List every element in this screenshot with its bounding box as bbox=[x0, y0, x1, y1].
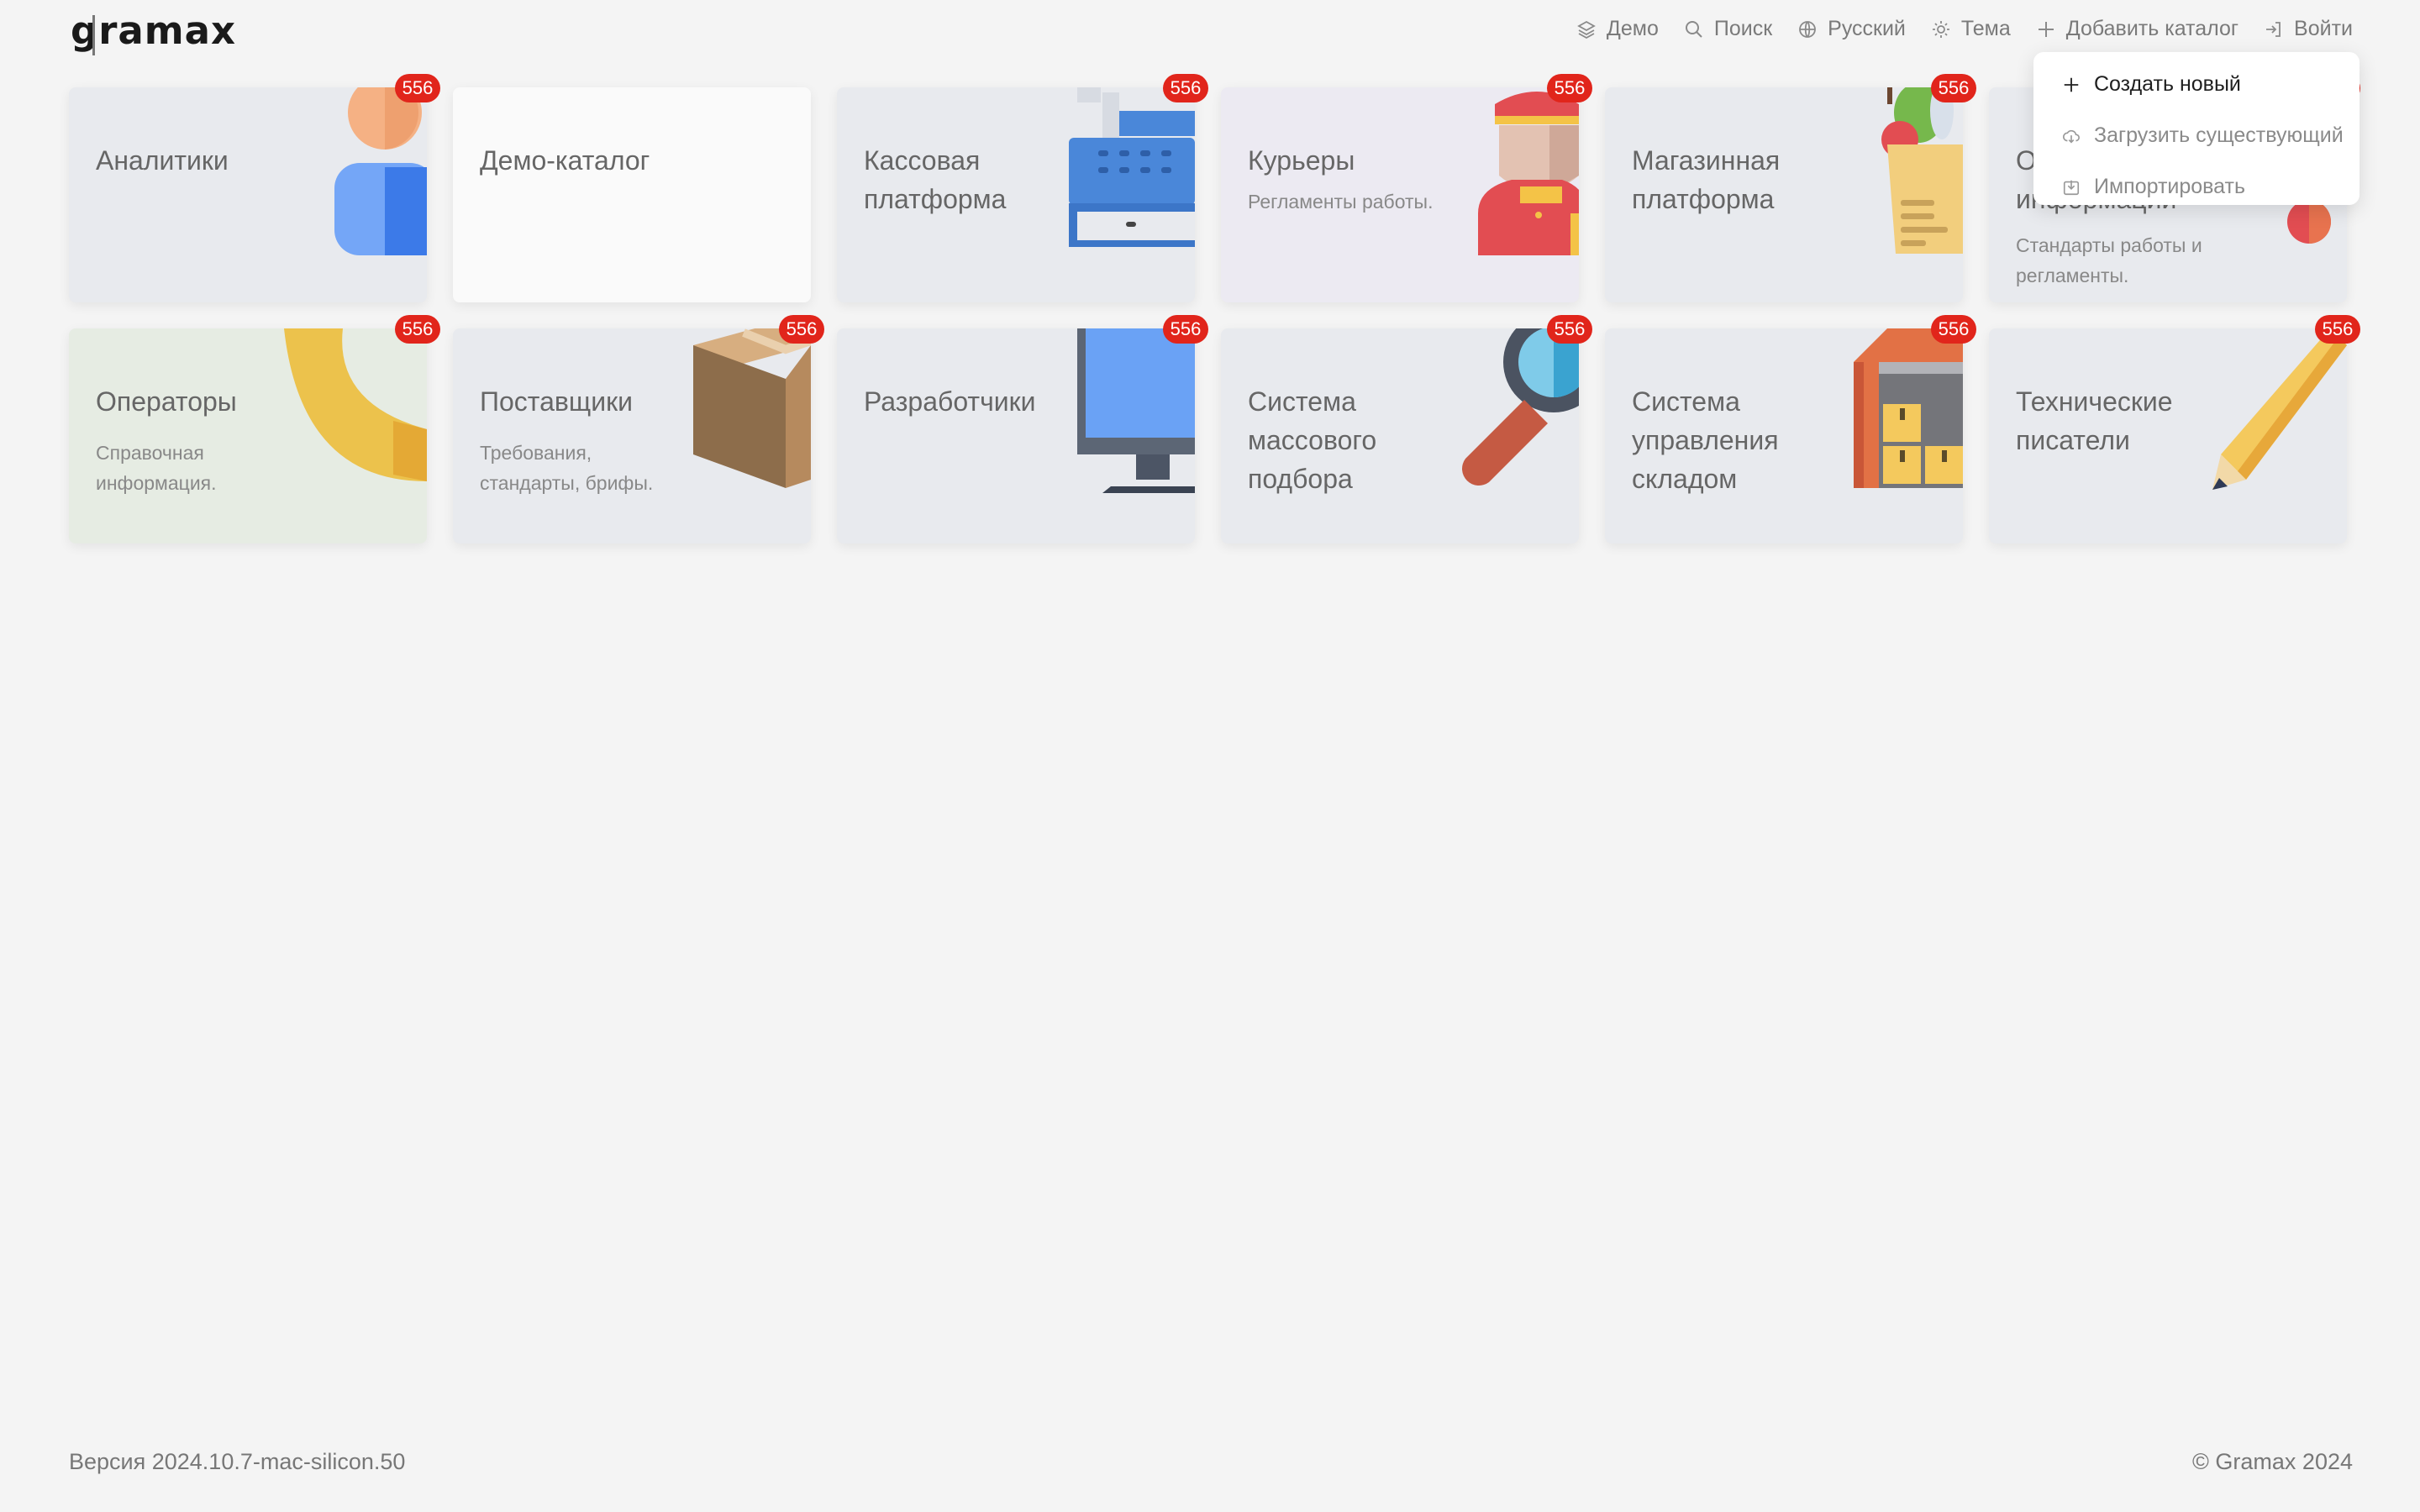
notification-badge: 556 bbox=[395, 315, 440, 344]
top-navigation: Демо Поиск Русский Тема Добавить каталог… bbox=[1576, 17, 2353, 41]
catalog-title: Поставщики bbox=[480, 386, 633, 417]
nav-language[interactable]: Русский bbox=[1797, 17, 1906, 41]
add-catalog-dropdown: Создать новый Загрузить существующий Имп… bbox=[2033, 52, 2360, 205]
import-item[interactable]: Импортировать bbox=[2033, 161, 2360, 213]
nav-login[interactable]: Войти bbox=[2264, 17, 2353, 41]
nav-theme[interactable]: Тема bbox=[1931, 17, 2011, 41]
globe-icon bbox=[1799, 20, 1817, 38]
nav-demo[interactable]: Демо bbox=[1576, 17, 1659, 41]
search-icon bbox=[1685, 20, 1702, 38]
catalog-card-mass-selection[interactable]: Система массового подбора 556 bbox=[1221, 315, 1592, 543]
import-icon bbox=[2063, 180, 2080, 195]
catalog-title: Система управления складом bbox=[1632, 386, 1779, 494]
cloud-download-icon bbox=[2063, 129, 2080, 144]
catalog-card-tech-writers[interactable]: Технические писатели 556 bbox=[1989, 315, 2360, 543]
catalog-description: Справочная информация. bbox=[96, 442, 217, 494]
catalog-title: Курьеры bbox=[1248, 145, 1355, 176]
create-new-label: Создать новый bbox=[2094, 72, 2241, 96]
notification-badge: 556 bbox=[1931, 74, 1976, 102]
catalog-description: Регламенты работы. bbox=[1248, 191, 1434, 213]
catalog-title: Операторы bbox=[96, 386, 237, 417]
nav-demo-label: Демо bbox=[1606, 17, 1659, 40]
load-existing-item[interactable]: Загрузить существующий bbox=[2033, 110, 2360, 161]
catalog-card-developers[interactable]: Разработчики 556 bbox=[837, 315, 1208, 543]
catalog-title: Кассовая платформа bbox=[864, 145, 1007, 214]
notification-badge: 556 bbox=[1547, 74, 1592, 102]
logo[interactable]: gramax bbox=[71, 8, 236, 53]
catalog-card-store-platform[interactable]: Магазинная платформа 556 bbox=[1605, 74, 1976, 302]
nav-language-label: Русский bbox=[1828, 17, 1906, 40]
catalog-description: Требования, стандарты, брифы. bbox=[480, 442, 654, 494]
catalog-card-operators[interactable]: Операторы Справочная информация. 556 bbox=[69, 315, 440, 543]
nav-add-catalog[interactable]: Добавить каталог bbox=[2036, 17, 2238, 41]
catalog-card-couriers[interactable]: Курьеры Регламенты работы. 556 bbox=[1221, 74, 1592, 302]
nav-search[interactable]: Поиск bbox=[1684, 17, 1772, 41]
text-cursor bbox=[92, 15, 95, 55]
catalog-card-suppliers[interactable]: Поставщики Требования, стандарты, брифы.… bbox=[453, 315, 824, 543]
notification-badge: 556 bbox=[1163, 315, 1208, 344]
catalog-card-cash-platform[interactable]: Кассовая платформа 556 bbox=[837, 74, 1208, 302]
catalog-description: Стандарты работы и регламенты. bbox=[2016, 234, 2202, 286]
version-text: Версия 2024.10.7-mac-silicon.50 bbox=[69, 1449, 406, 1474]
notification-badge: 556 bbox=[395, 74, 440, 102]
nav-add-catalog-label: Добавить каталог bbox=[2065, 17, 2239, 40]
nav-login-label: Войти bbox=[2294, 17, 2353, 40]
plus-icon bbox=[2038, 21, 2054, 37]
notification-badge: 556 bbox=[1163, 74, 1208, 102]
copyright-text: © Gramax 2024 bbox=[2192, 1449, 2353, 1474]
create-new-item[interactable]: Создать новый bbox=[2033, 59, 2360, 110]
catalog-title: Магазинная платформа bbox=[1632, 145, 1781, 214]
plus-icon bbox=[2064, 77, 2079, 92]
notification-badge: 556 bbox=[1931, 315, 1976, 344]
catalog-title: Демо-каталог bbox=[480, 145, 650, 176]
catalog-grid: Аналитики 556 Демо-каталог Кассовая плат… bbox=[69, 74, 2360, 543]
layers-icon bbox=[1577, 20, 1596, 39]
catalog-card-demo[interactable]: Демо-каталог bbox=[453, 87, 811, 302]
nav-theme-label: Тема bbox=[1960, 17, 2011, 40]
notification-badge: 556 bbox=[779, 315, 824, 344]
catalog-title: Разработчики bbox=[864, 386, 1036, 417]
sun-icon bbox=[1932, 20, 1949, 38]
import-label: Импортировать bbox=[2094, 175, 2246, 198]
catalog-card-warehouse[interactable]: Система управления складом 556 bbox=[1605, 315, 1976, 543]
notification-badge: 556 bbox=[2315, 315, 2360, 344]
load-existing-label: Загрузить существующий bbox=[2094, 123, 2344, 147]
notification-badge: 556 bbox=[1547, 315, 1592, 344]
catalog-title: Технические писатели bbox=[2016, 386, 2173, 455]
catalog-card-analysts[interactable]: Аналитики 556 bbox=[69, 74, 440, 302]
catalog-title: Система массового подбора bbox=[1248, 386, 1377, 494]
catalog-title: Аналитики bbox=[96, 145, 229, 176]
login-icon bbox=[2266, 21, 2281, 37]
nav-search-label: Поиск bbox=[1713, 17, 1773, 40]
